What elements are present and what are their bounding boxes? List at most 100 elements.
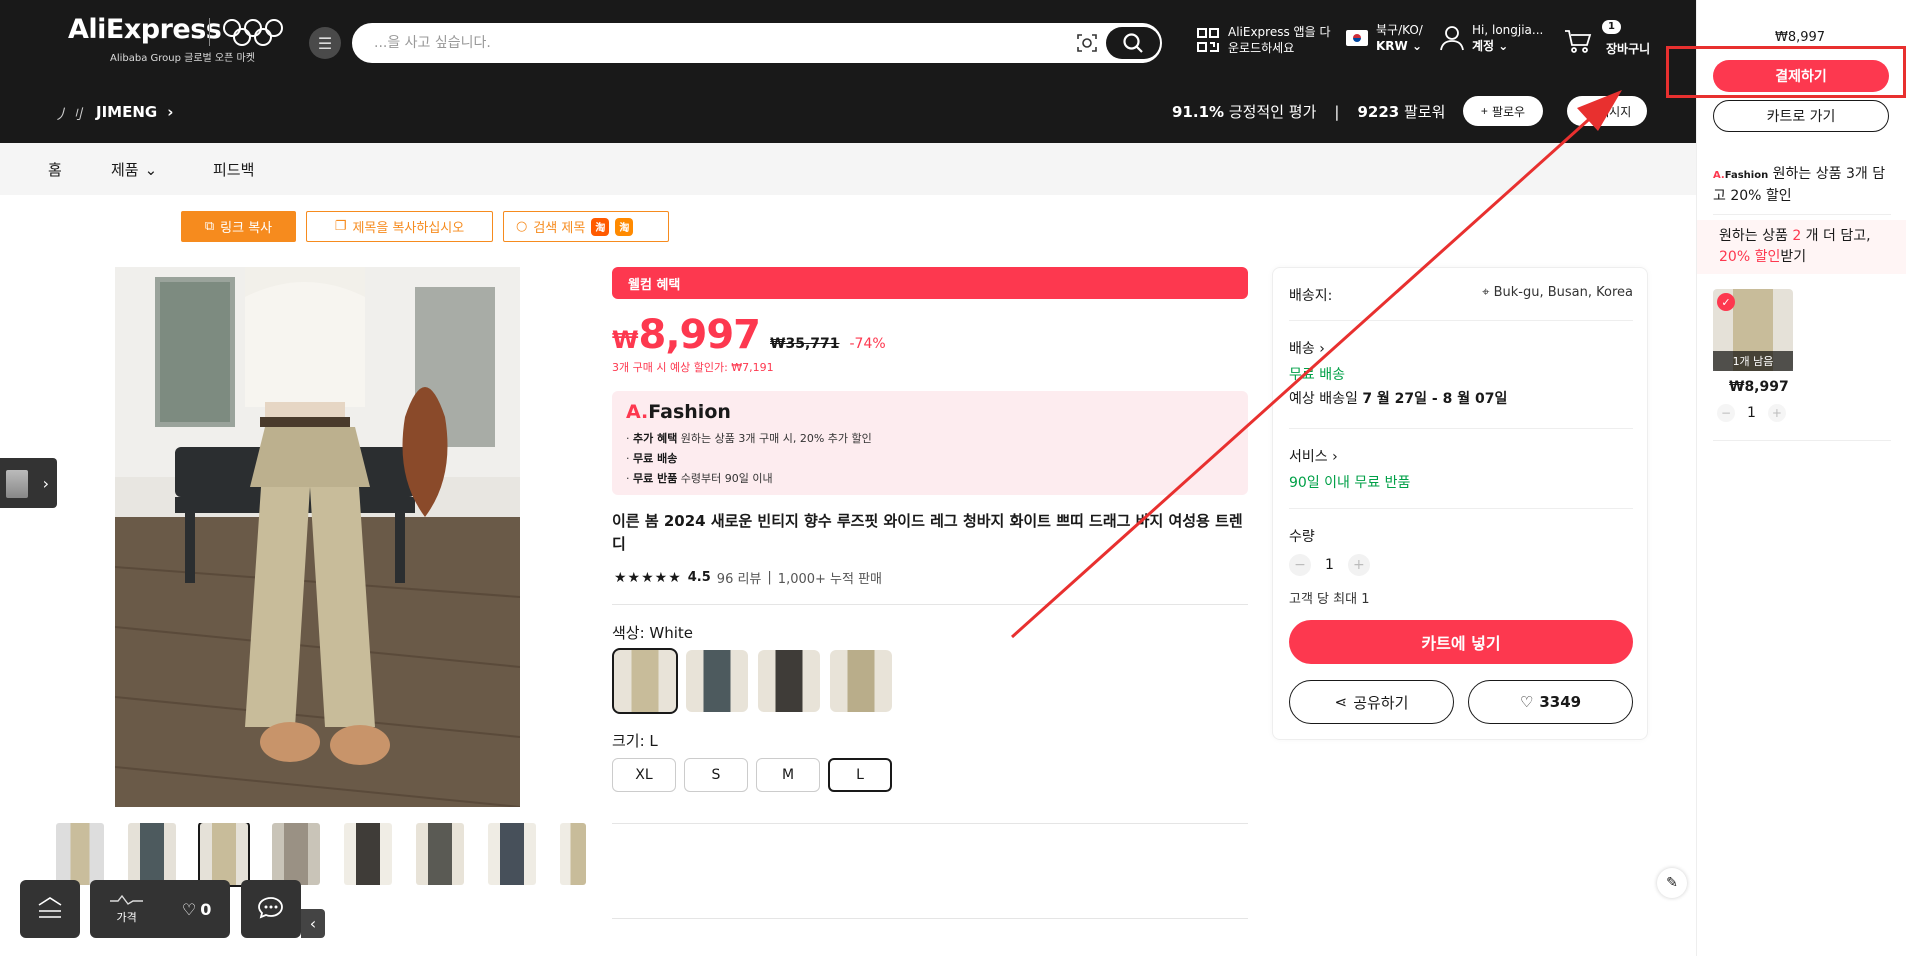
size-option-xl[interactable]: XL: [612, 758, 676, 792]
user-icon: [1440, 26, 1464, 51]
store-logo[interactable]: 丿刂: [54, 104, 82, 124]
search-input[interactable]: [374, 25, 1064, 61]
thumbnail-active[interactable]: [198, 823, 250, 887]
collapse-toolbar-button[interactable]: ‹: [301, 909, 325, 938]
color-swatch-blue[interactable]: [686, 650, 748, 712]
price-tracker-widget[interactable]: 가격 ♡ 0: [90, 880, 230, 938]
size-option-s[interactable]: S: [684, 758, 748, 792]
bundle-price-note: 3개 구매 시 예상 할인가: ₩7,191: [612, 361, 774, 374]
divider: [612, 823, 1248, 824]
hamburger-icon: ☰: [317, 33, 333, 53]
divider: [612, 604, 1248, 605]
subnav-feedback[interactable]: 피드백: [213, 159, 254, 180]
search-icon: [1123, 33, 1143, 53]
purchase-limit: 고객 당 최대 1: [1289, 592, 1370, 607]
copy-title-button[interactable]: ❐ 제목을 복사하십시오: [306, 211, 493, 242]
color-swatch-white[interactable]: [612, 648, 678, 714]
heart-icon: ♡: [181, 899, 197, 919]
thumbnail[interactable]: [416, 823, 464, 885]
wish-counter[interactable]: ♡ 0: [182, 900, 211, 919]
shipping-card: 배송지: ⌖ Buk-gu, Busan, Korea 배송 › 무료 배송 예…: [1272, 267, 1648, 740]
account-menu[interactable]: Hi, longjia... 계정 ⌄: [1440, 22, 1543, 54]
taobao-logo-icon[interactable]: 淘: [591, 217, 610, 236]
copy-link-button[interactable]: ⧉ 링크 복사: [181, 211, 296, 242]
promo-tip: 원하는 상품 2 개 더 담고, 20% 할인받기: [1697, 220, 1906, 274]
cart-item-qty: 1: [1747, 405, 1756, 421]
size-option-l[interactable]: L: [828, 758, 892, 792]
chevron-down-icon: ⌄: [144, 160, 158, 179]
store-name-link[interactable]: JIMENG ›: [96, 103, 173, 121]
size-option-m[interactable]: M: [756, 758, 820, 792]
wishlist-button[interactable]: ♡ 3349: [1468, 680, 1633, 724]
search-title-button[interactable]: ○ 검색 제목 淘 淘: [503, 211, 669, 242]
promo-brand: A.Fashion: [626, 401, 731, 423]
color-swatch-khaki[interactable]: [830, 650, 892, 712]
cart-link[interactable]: 1 장바구니: [1564, 20, 1650, 57]
thumbnail[interactable]: [488, 823, 536, 885]
thumbnail[interactable]: [272, 823, 320, 885]
cart-item-price: ₩8,997: [1729, 379, 1789, 395]
recently-viewed-tab[interactable]: ›: [0, 458, 57, 508]
thumbnail[interactable]: [56, 823, 104, 885]
promo-line-shipping: · 무료 배송: [626, 452, 678, 465]
qty-decrement-button[interactable]: −: [1289, 554, 1311, 576]
delivery-link[interactable]: 배송 ›: [1289, 338, 1325, 358]
service-label: 서비스: [1289, 449, 1328, 465]
qty-increment-button[interactable]: +: [1347, 554, 1370, 576]
search-button[interactable]: [1106, 27, 1160, 59]
copy-link-label: 링크 복사: [220, 221, 273, 236]
scroll-top-button[interactable]: [20, 880, 80, 938]
add-to-cart-button[interactable]: 카트에 넣기: [1289, 620, 1633, 664]
chat-support-button[interactable]: [241, 880, 301, 938]
plus-icon: +: [1480, 104, 1488, 118]
subnav-home[interactable]: 홈: [48, 159, 62, 180]
product-photo: [115, 267, 520, 807]
divider: [1289, 428, 1633, 429]
divider: [1713, 214, 1891, 215]
thumbnail[interactable]: [560, 823, 586, 885]
sold-count: 1,000+ 누적 판매: [777, 572, 883, 587]
share-button[interactable]: ⋖ 공유하기: [1289, 680, 1454, 724]
main-product-image[interactable]: [115, 267, 520, 807]
chat-bubble-icon: [258, 897, 283, 919]
go-to-cart-button[interactable]: 카트로 가기: [1713, 100, 1889, 132]
app-download-link[interactable]: AliExpress 앱을 다 운로드하세요: [1196, 24, 1336, 56]
cart-item-checkbox[interactable]: ✓: [1717, 293, 1735, 311]
qr-code-icon: [1197, 28, 1219, 52]
chevron-right-icon: ›: [1332, 449, 1338, 465]
category-menu-button[interactable]: ☰: [309, 27, 341, 59]
thumbnail[interactable]: [344, 823, 392, 885]
color-swatch-black[interactable]: [758, 650, 820, 712]
chevron-right-icon: ›: [167, 103, 174, 121]
ship-to-label: 배송지:: [1289, 288, 1333, 304]
message-label: 메시지: [1598, 104, 1632, 119]
message-button[interactable]: ▭ 메시지: [1567, 96, 1647, 126]
subnav-products[interactable]: 제품 ⌄: [111, 159, 157, 180]
rating-value: 4.5: [687, 570, 711, 585]
service-link[interactable]: 서비스 ›: [1289, 446, 1338, 466]
follow-button[interactable]: + 팔로우: [1463, 96, 1543, 126]
region-text: 북구/KO/: [1376, 23, 1423, 37]
thumbnail[interactable]: [128, 823, 176, 885]
recent-item-thumbnail: [6, 470, 28, 498]
region-selector[interactable]: 북구/KO/ KRW ⌄: [1346, 22, 1423, 54]
qty-increment-button[interactable]: +: [1767, 404, 1786, 422]
product-title: 이른 봄 2024 새로운 빈티지 향수 루즈핏 와이드 레그 청바지 화이트 …: [612, 512, 1243, 553]
image-search-icon[interactable]: [1076, 32, 1098, 54]
currency-text: KRW: [1376, 39, 1408, 53]
review-count-link[interactable]: 96 리뷰: [717, 568, 762, 587]
edit-feedback-button[interactable]: ✎: [1657, 868, 1687, 898]
qty-value[interactable]: 1: [1325, 557, 1334, 573]
positive-rate: 91.1%: [1172, 103, 1225, 121]
taobao-alt-logo-icon[interactable]: 淘: [615, 217, 634, 236]
price-history-button[interactable]: 가격: [109, 893, 145, 925]
star-rating-icon: ★★★★★: [614, 569, 682, 586]
store-bar: 丿刂 JIMENG › 91.1% 긍정적인 평가 | 9223 팔로워 + 팔…: [0, 86, 1696, 143]
store-name: JIMENG: [96, 103, 158, 121]
layers-icon: [38, 897, 62, 918]
olympic-rings-icon: [223, 19, 283, 46]
qty-decrement-button[interactable]: −: [1717, 404, 1735, 422]
follower-count: 9223: [1357, 103, 1400, 121]
ship-to-location[interactable]: ⌖ Buk-gu, Busan, Korea: [1473, 285, 1633, 300]
app-download-text-1: AliExpress 앱을 다: [1228, 25, 1331, 39]
